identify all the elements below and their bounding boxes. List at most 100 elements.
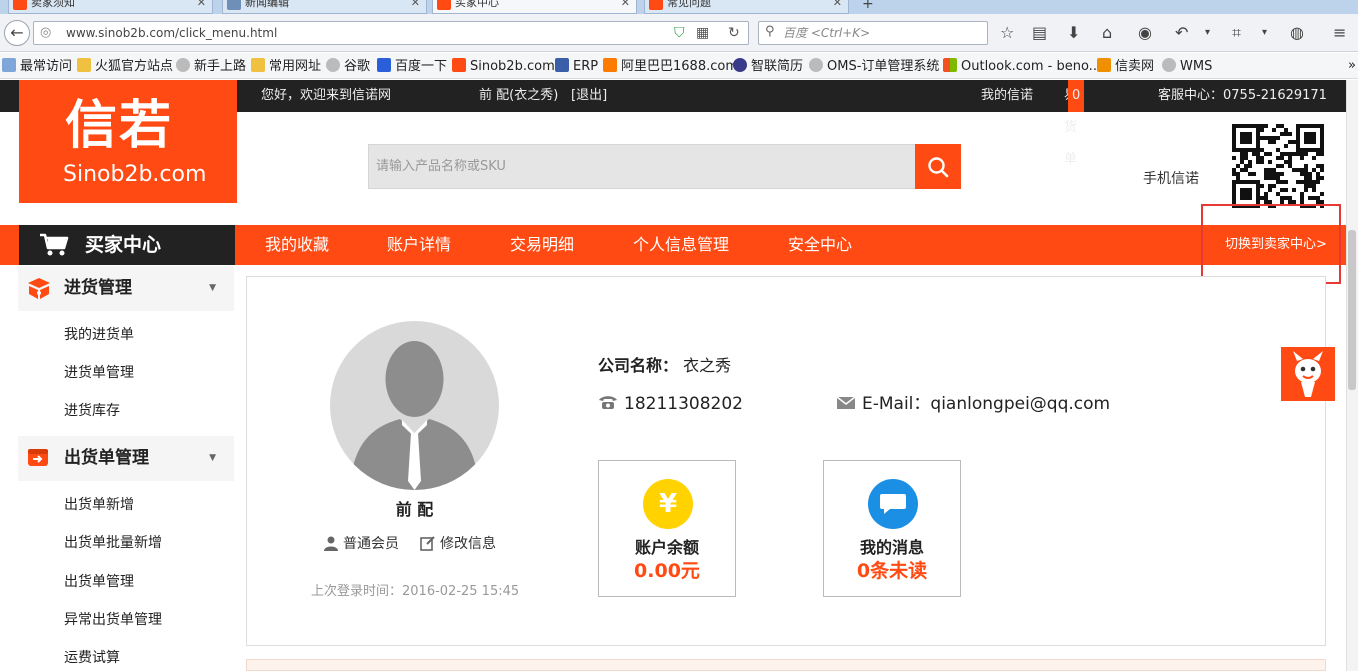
close-icon[interactable]: ✕ (197, 0, 206, 13)
globe-icon: ◎ (40, 25, 52, 40)
mobile-site-label: 手机信诺 (1143, 171, 1199, 187)
bookmark-item[interactable]: Sinob2b.com (452, 58, 555, 75)
sidebar-item-freight-calculator[interactable]: 运费试算 (64, 649, 120, 667)
qr-code-icon[interactable]: ▦ (696, 24, 709, 42)
chat-icon[interactable]: ◉ (1138, 23, 1152, 43)
list-icon (555, 58, 569, 72)
close-icon[interactable]: ✕ (621, 0, 630, 13)
sidebar-item-purchase-inventory[interactable]: 进货库存 (64, 402, 120, 420)
browser-tab[interactable]: 常见问题 ✕ (644, 0, 849, 14)
reload-icon[interactable]: ↻ (728, 24, 740, 42)
bookmark-item[interactable]: 阿里巴巴1688.com (603, 58, 738, 75)
dropdown-icon[interactable]: ▾ (1262, 23, 1267, 43)
sidebar-section-purchase[interactable]: 进货管理 ▼ (18, 266, 234, 311)
home-icon[interactable]: ⌂ (1102, 23, 1112, 43)
sinob2b-favicon-icon (649, 0, 663, 10)
welcome-text: 您好，欢迎来到信诺网 (261, 88, 392, 103)
search-button[interactable] (915, 144, 961, 189)
sidebar-item-batch-new-shipment[interactable]: 出货单批量新增 (64, 534, 162, 552)
bookmark-item[interactable]: 新手上路 (176, 58, 246, 75)
dropdown-icon[interactable]: ▾ (1205, 23, 1210, 43)
account-balance-card[interactable]: ¥ 账户余额 0.00元 (598, 460, 736, 597)
browser-tab-active[interactable]: 买家中心 ✕ (432, 0, 637, 14)
sidebar-item-shipment-mgmt[interactable]: 出货单管理 (64, 573, 134, 591)
logout-link[interactable]: [退出] (571, 80, 607, 112)
reading-list-icon[interactable]: ▤ (1032, 23, 1047, 43)
bookmark-star-icon[interactable]: ☆ (1000, 23, 1014, 43)
nav-account-details[interactable]: 账户详情 (387, 225, 451, 265)
folder-icon (251, 58, 265, 72)
edit-profile-link[interactable]: 修改信息 (420, 535, 496, 553)
bookmark-item[interactable]: 最常访问 (2, 58, 72, 75)
undo-icon[interactable]: ↶ (1175, 23, 1188, 43)
my-account-link[interactable]: 我的信诺 (981, 80, 1033, 112)
qr-code-icon (1232, 124, 1324, 208)
buyer-center-title: 买家中心 (19, 225, 235, 265)
bookmark-item[interactable]: OMS-订单管理系统 (809, 58, 939, 75)
browser-tabstrip: 卖家须知 ✕ 新闻编辑 ✕ 买家中心 ✕ 常见问题 ✕ + (0, 0, 1358, 14)
mascot-chat-icon[interactable] (1281, 347, 1335, 401)
bookmark-item[interactable]: 百度一下 (377, 58, 447, 75)
sidebar-item-abnormal-shipments[interactable]: 异常出货单管理 (64, 611, 162, 629)
browser-tab[interactable]: 新闻编辑 ✕ (222, 0, 427, 14)
avatar[interactable] (330, 321, 499, 490)
bookmark-item[interactable]: 火狐官方站点 (77, 58, 173, 75)
nav-favorites[interactable]: 我的收藏 (265, 225, 329, 265)
download-icon[interactable]: ⬇ (1067, 23, 1080, 43)
zhaopin-icon (733, 58, 747, 72)
menu-icon[interactable]: ≡ (1333, 23, 1346, 43)
crop-icon[interactable]: ⌗ (1232, 23, 1241, 43)
globe-icon (1162, 58, 1176, 72)
address-bar[interactable]: ◎ www.sinob2b.com/click_menu.html ⛉ ▦ ↻ (33, 21, 749, 45)
last-login-time: 上次登录时间：2016-02-25 15:45 (311, 584, 520, 599)
baidu-icon (377, 58, 391, 72)
globe-icon (326, 58, 340, 72)
xinmai-icon (1097, 58, 1111, 72)
bookmark-item[interactable]: 常用网址 (251, 58, 321, 75)
sidebar-item-purchase-order-mgmt[interactable]: 进货单管理 (64, 364, 134, 382)
shield-icon[interactable]: ⛉ (674, 24, 685, 42)
cart-count-badge: 0 (1068, 80, 1085, 112)
username-link[interactable]: 前 配(衣之秀) (479, 80, 558, 112)
bookmark-item[interactable]: Outlook.com - beno... (943, 58, 1101, 75)
bookmarks-overflow-icon[interactable]: » (1348, 58, 1356, 74)
bookmark-item[interactable]: 信卖网 (1097, 58, 1154, 75)
bookmarks-bar: 最常访问 火狐官方站点 新手上路 常用网址 谷歌 百度一下 Sinob2b.co… (0, 53, 1358, 79)
my-messages-card[interactable]: 我的消息 0条未读 (823, 460, 961, 597)
logo-english-text: Sinob2b.com (63, 162, 207, 187)
sidebar-item-new-shipment[interactable]: 出货单新增 (64, 496, 134, 514)
bookmark-item[interactable]: WMS (1162, 58, 1212, 75)
user-silhouette-icon (350, 341, 479, 490)
caret-down-icon: ▼ (209, 283, 216, 293)
browser-search-input[interactable]: ⚲ 百度 <Ctrl+K> (758, 21, 988, 45)
bookmark-item[interactable]: ERP (555, 58, 598, 75)
sidebar-section-shipping[interactable]: 出货单管理 ▼ (18, 436, 234, 481)
browser-tab[interactable]: 卖家须知 ✕ (8, 0, 213, 14)
email-address: E-Mail：qianlongpei@qq.com (836, 394, 1110, 414)
product-search-input[interactable] (368, 144, 916, 189)
nav-transactions[interactable]: 交易明细 (510, 225, 574, 265)
back-button[interactable]: ← (4, 20, 30, 46)
bookmark-item[interactable]: 智联简历 (733, 58, 803, 75)
nav-security-center[interactable]: 安全中心 (788, 225, 852, 265)
feedback-icon[interactable]: ◍ (1290, 23, 1304, 43)
company-info: 公司名称： 衣之秀 (598, 356, 732, 375)
logo-chinese-text: 信若 (65, 96, 174, 156)
globe-icon (809, 58, 823, 72)
nav-personal-info[interactable]: 个人信息管理 (633, 225, 729, 265)
service-hotline: 客服中心：0755-21629171 (1158, 88, 1327, 103)
sidebar-item-my-purchase-orders[interactable]: 我的进货单 (64, 326, 134, 344)
close-icon[interactable]: ✕ (411, 0, 420, 13)
bookmark-item[interactable]: 谷歌 (326, 58, 370, 75)
shipping-box-icon (28, 449, 48, 466)
unread-messages-value: 0条未读 (856, 560, 928, 582)
scrollbar-thumb[interactable] (1348, 230, 1356, 390)
new-tab-icon[interactable]: + (862, 0, 874, 12)
search-icon (928, 156, 949, 177)
search-icon: ⚲ (765, 24, 775, 39)
page-favicon-icon (227, 0, 241, 10)
url-text: www.sinob2b.com/click_menu.html (66, 26, 278, 40)
site-logo[interactable]: 信若 Sinob2b.com (19, 80, 237, 203)
close-icon[interactable]: ✕ (833, 0, 842, 13)
user-display-name: 前 配 (395, 500, 434, 519)
